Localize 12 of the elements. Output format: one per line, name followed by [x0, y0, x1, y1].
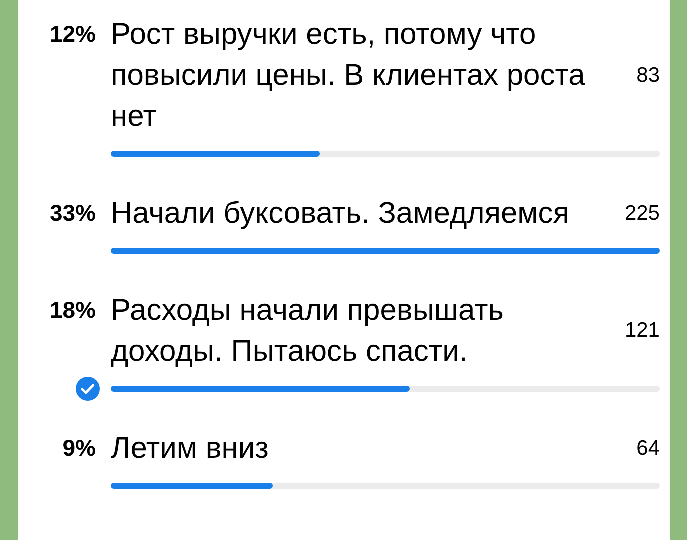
- option-text: Летим вниз: [111, 431, 270, 467]
- vote-percent: 18%: [48, 296, 96, 325]
- vote-percent: 9%: [62, 434, 96, 463]
- option-text: Рост выручки есть, потому что повысили цены. В клиентах роста нет: [111, 17, 586, 135]
- vote-count: 83: [636, 64, 660, 88]
- option-text: Начали буксовать. Замедляемся: [111, 196, 571, 232]
- vote-count: 64: [636, 436, 660, 460]
- vote-percent: 33%: [48, 199, 96, 228]
- vote-count: 121: [624, 319, 660, 343]
- vote-count: 225: [624, 202, 660, 226]
- option-text: Расходы начали превышать доходы. Пытаюсь спасти.: [111, 293, 505, 370]
- vote-percent: 12%: [48, 20, 96, 49]
